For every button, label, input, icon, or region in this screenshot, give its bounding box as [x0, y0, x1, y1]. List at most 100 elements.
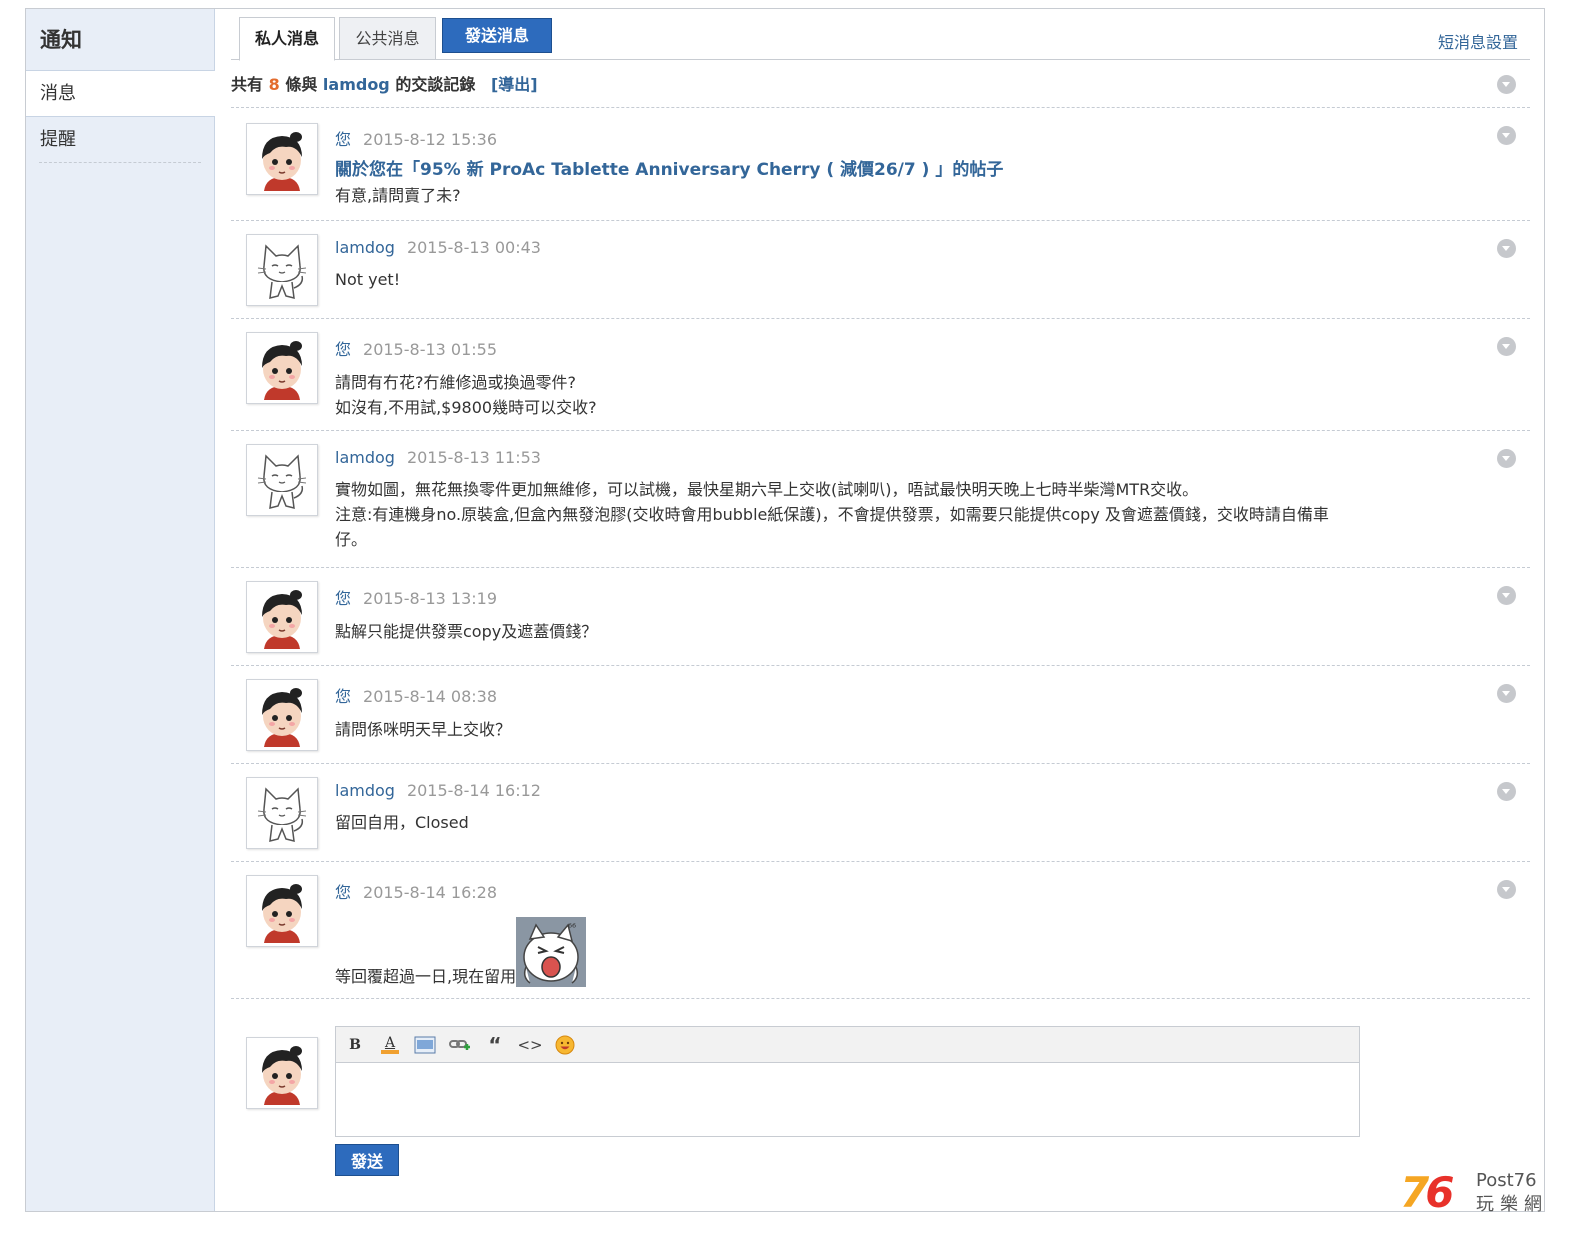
editor-toolbar: B A “ <>	[336, 1027, 1359, 1063]
summary-suffix: 的交談記錄	[395, 75, 476, 94]
message-text: 等回覆超過一日,現在留用	[335, 967, 517, 986]
logo-digit: 6	[1425, 1168, 1454, 1217]
message-author[interactable]: 您	[335, 340, 351, 359]
font-color-icon[interactable]: A	[379, 1034, 401, 1056]
sidebar: 通知 消息 提醒	[26, 9, 215, 1211]
message-menu-icon[interactable]	[1497, 337, 1516, 356]
message-content: lamdog 2015-8-14 16:12 留回自用，Closed	[335, 781, 541, 835]
message-author[interactable]: lamdog	[335, 781, 395, 800]
message-item: 您 2015-8-14 16:28 等回覆超過一日,現在留用 ⁶⁶	[231, 862, 1530, 999]
font-color-bar	[381, 1049, 399, 1054]
tab-private-messages[interactable]: 私人消息	[239, 17, 335, 61]
message-content: 您 2015-8-13 13:19 點解只能提供發票copy及遮蓋價錢？	[335, 585, 597, 644]
message-menu-icon[interactable]	[1497, 449, 1516, 468]
message-settings-link[interactable]: 短消息設置	[1438, 29, 1518, 53]
message-menu-icon[interactable]	[1497, 684, 1516, 703]
message-content: lamdog 2015-8-13 11:53 實物如圖，無花無換零件更加無維修，可…	[335, 448, 1355, 552]
message-item: 您 2015-8-14 08:38 請問係咪明天早上交收？	[231, 666, 1530, 764]
summary-prefix: 共有	[231, 75, 264, 94]
logo-digit: 7	[1400, 1168, 1429, 1217]
svg-text:⁶⁶: ⁶⁶	[568, 923, 576, 934]
girl-avatar[interactable]	[246, 875, 318, 947]
logo-top-text: Post76	[1476, 1170, 1537, 1191]
message-body: 等回覆超過一日,現在留用 ⁶⁶	[335, 917, 587, 987]
message-menu-icon[interactable]	[1497, 126, 1516, 145]
message-time: 2015-8-12 15:36	[363, 130, 498, 149]
message-author[interactable]: 您	[335, 687, 351, 706]
smiley-icon[interactable]	[554, 1034, 576, 1056]
message-item: 您 2015-8-13 01:55 請問有冇花?冇維修過或換過零件? 如沒有,不用…	[231, 319, 1530, 431]
conversation-summary: 共有 8 條與 lamdog 的交談記錄 [導出]	[231, 60, 1530, 108]
logo-number: 76	[1400, 1168, 1455, 1217]
message-author[interactable]: 您	[335, 130, 351, 149]
quote-icon[interactable]: “	[484, 1033, 506, 1057]
message-time: 2015-8-13 11:53	[406, 448, 541, 467]
girl-avatar[interactable]	[246, 581, 318, 653]
message-count: 8	[268, 75, 280, 94]
message-item: lamdog 2015-8-14 16:12 留回自用，Closed	[231, 764, 1530, 862]
message-text: 有意,請問賣了未?	[335, 186, 461, 205]
message-time: 2015-8-14 08:38	[363, 687, 498, 706]
message-time: 2015-8-14 16:28	[363, 883, 498, 902]
message-text: 請問係咪明天早上交收？	[335, 720, 512, 739]
tab-public-messages[interactable]: 公共消息	[339, 17, 436, 60]
girl-avatar[interactable]	[246, 332, 318, 404]
girl-avatar[interactable]	[246, 1037, 318, 1109]
girl-avatar[interactable]	[246, 679, 318, 751]
message-time: 2015-8-13 13:19	[363, 589, 498, 608]
summary-middle: 條與	[285, 75, 318, 94]
girl-avatar[interactable]	[246, 123, 318, 195]
message-author[interactable]: lamdog	[335, 448, 395, 467]
sidebar-title: 通知	[26, 9, 214, 71]
message-text: 請問有冇花?冇維修過或換過零件?	[335, 373, 576, 392]
message-menu-icon[interactable]	[1497, 782, 1516, 801]
image-icon[interactable]	[414, 1034, 436, 1056]
message-content: lamdog 2015-8-13 00:43 Not yet!	[335, 238, 541, 292]
logo-bottom-text: 玩樂網	[1476, 1194, 1548, 1215]
message-time: 2015-8-14 16:12	[406, 781, 541, 800]
message-menu-icon[interactable]	[1497, 880, 1516, 899]
cat-avatar[interactable]	[246, 777, 318, 849]
bold-icon[interactable]: B	[344, 1034, 366, 1056]
sidebar-item-reminders[interactable]: 提醒	[39, 117, 201, 163]
message-item: lamdog 2015-8-13 11:53 實物如圖，無花無換零件更加無維修，可…	[231, 431, 1530, 568]
post76-logo: 76 Post76 玩樂網	[1400, 1168, 1560, 1217]
message-text: 點解只能提供發票copy及遮蓋價錢？	[335, 622, 598, 641]
main-panel: 私人消息 公共消息 發送消息 短消息設置 共有 8 條與 lamdog 的交談記…	[231, 9, 1530, 1211]
thread-subject-link[interactable]: 關於您在「95% 新 ProAc Tablette Anniversary Ch…	[335, 158, 1003, 183]
message-content: 您 2015-8-12 15:36 關於您在「95% 新 ProAc Tablet…	[335, 126, 1003, 208]
crying-cat-emoticon: ⁶⁶	[516, 917, 587, 987]
send-message-button[interactable]: 發送消息	[442, 18, 552, 53]
message-text: Not yet!	[335, 270, 401, 289]
message-text: 如沒有,不用試,$9800幾時可以交收?	[335, 398, 597, 417]
message-content: 您 2015-8-14 08:38 請問係咪明天早上交收？	[335, 683, 511, 742]
message-author[interactable]: lamdog	[335, 238, 395, 257]
message-item: 您 2015-8-13 13:19 點解只能提供發票copy及遮蓋價錢？	[231, 568, 1530, 666]
message-item: 您 2015-8-12 15:36 關於您在「95% 新 ProAc Tablet…	[231, 108, 1530, 221]
message-author[interactable]: 您	[335, 883, 351, 902]
send-reply-button[interactable]: 發送	[335, 1144, 399, 1176]
sidebar-item-messages[interactable]: 消息	[26, 71, 215, 117]
message-menu-icon[interactable]	[1497, 239, 1516, 258]
reply-editor: B A “ <>	[335, 1026, 1360, 1137]
message-author[interactable]: 您	[335, 589, 351, 608]
message-text: 留回自用，Closed	[335, 813, 469, 832]
link-icon[interactable]	[449, 1034, 471, 1056]
message-menu-icon[interactable]	[1497, 586, 1516, 605]
cat-avatar[interactable]	[246, 444, 318, 516]
message-text: 實物如圖，無花無換零件更加無維修，可以試機，最快星期六早上交收(試喇叭)，唔試最…	[335, 480, 1199, 499]
reply-textarea[interactable]	[336, 1063, 1359, 1136]
summary-collapse-icon[interactable]	[1497, 75, 1516, 94]
page-frame: 通知 消息 提醒 私人消息 公共消息 發送消息 短消息設置 共有 8 條與 la…	[25, 8, 1545, 1212]
message-content: 您 2015-8-14 16:28 等回覆超過一日,現在留用 ⁶⁶	[335, 879, 587, 987]
export-link[interactable]: [導出]	[491, 75, 538, 94]
cat-avatar[interactable]	[246, 234, 318, 306]
message-item: lamdog 2015-8-13 00:43 Not yet!	[231, 221, 1530, 319]
code-icon[interactable]: <>	[517, 1034, 542, 1056]
message-time: 2015-8-13 01:55	[363, 340, 498, 359]
font-color-label: A	[384, 1034, 396, 1051]
message-time: 2015-8-13 00:43	[406, 238, 541, 257]
conversation-peer: lamdog	[322, 75, 390, 94]
message-content: 您 2015-8-13 01:55 請問有冇花?冇維修過或換過零件? 如沒有,不用…	[335, 336, 597, 420]
message-text: 注意:有連機身no.原裝盒,但盒內無發泡膠(交收時會用bubble紙保護)，不會…	[335, 505, 1329, 549]
